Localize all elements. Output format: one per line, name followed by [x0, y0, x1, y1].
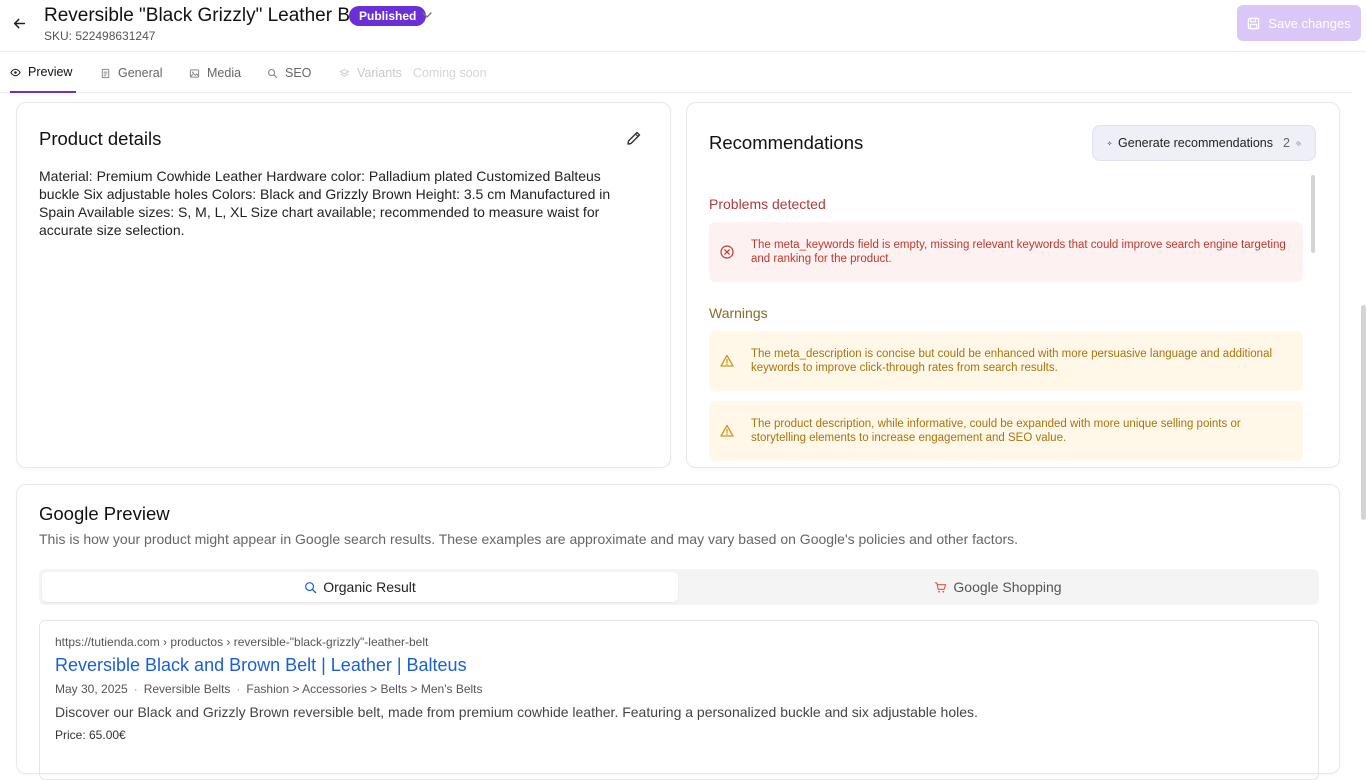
result-breadcrumb: Fashion > Accessories > Belts > Men's Be… [246, 682, 483, 696]
product-details-card: Product details Material: Premium Cowhid… [16, 102, 671, 468]
save-button[interactable]: Save changes [1237, 5, 1361, 41]
tab-general[interactable]: General [100, 53, 162, 93]
tab-seo[interactable]: SEO [267, 53, 311, 93]
product-description: Material: Premium Cowhide Leather Hardwa… [39, 168, 611, 238]
save-button-label: Save changes [1268, 15, 1351, 31]
problem-text: The meta_keywords field is empty, missin… [751, 239, 1286, 265]
result-description: Discover our Black and Grizzly Brown rev… [55, 704, 978, 720]
credits-icon [1296, 140, 1301, 146]
tab-organic-result[interactable]: Organic Result [42, 572, 678, 602]
google-preview-title: Google Preview [39, 503, 170, 524]
tab-organic-label: Organic Result [323, 579, 416, 595]
tab-google-shopping[interactable]: Google Shopping [680, 572, 1316, 602]
product-details-title: Product details [39, 128, 162, 149]
tab-seo-label: SEO [285, 66, 312, 80]
status-badge[interactable]: Published [349, 6, 427, 26]
result-category: Reversible Belts [143, 682, 231, 696]
warning-text: The meta_description is concise but coul… [751, 348, 1273, 374]
warning-text: The product description, while informati… [751, 418, 1241, 444]
tab-variants: Variants Coming soon [339, 53, 487, 93]
warning-triangle-icon [720, 354, 734, 367]
google-preview-card: Google Preview This is how your product … [16, 484, 1340, 780]
page-title: Reversible "Black Grizzly" Leather Belt [44, 5, 371, 26]
error-circle-icon [720, 245, 734, 259]
generate-count: 2 [1283, 136, 1290, 150]
page-scrollbar[interactable] [1361, 305, 1366, 520]
tab-variants-label: Variants [357, 66, 402, 80]
result-url: https://tutienda.com › productos › rever… [55, 635, 429, 649]
generate-recommendations-button[interactable]: Generate recommendations 2 [1092, 125, 1316, 161]
coming-soon-badge: Coming soon [412, 66, 487, 80]
image-icon [189, 68, 200, 78]
header: Reversible "Black Grizzly" Leather Belt … [0, 0, 1366, 52]
document-icon [101, 68, 110, 78]
shopping-cart-icon [935, 581, 947, 593]
organic-result-preview: https://tutienda.com › productos › rever… [39, 620, 1319, 780]
chevron-down-icon[interactable] [421, 9, 433, 21]
pencil-icon[interactable] [626, 130, 642, 146]
warning-alert: The meta_description is concise but coul… [709, 331, 1303, 391]
search-icon [305, 581, 317, 593]
tab-general-label: General [118, 66, 163, 80]
tab-bar: Preview General Media SEO Variants Comin… [0, 53, 1352, 93]
search-icon [268, 68, 278, 78]
tab-media[interactable]: Media [189, 53, 241, 93]
tab-preview-label: Preview [28, 65, 73, 79]
warning-alert: The product description, while informati… [709, 401, 1303, 461]
problems-label: Problems detected [709, 196, 826, 212]
warnings-label: Warnings [709, 305, 768, 321]
preview-type-toggle: Organic Result Google Shopping [39, 569, 1319, 605]
save-icon [1248, 17, 1260, 29]
back-button[interactable] [10, 14, 28, 32]
google-preview-subtitle: This is how your product might appear in… [39, 531, 1019, 547]
recommendations-title: Recommendations [709, 132, 864, 153]
result-title-link[interactable]: Reversible Black and Brown Belt | Leathe… [55, 655, 467, 676]
layers-icon [339, 68, 350, 77]
tab-shopping-label: Google Shopping [953, 579, 1062, 595]
meta-separator: · [236, 682, 241, 696]
result-date: May 30, 2025 [55, 682, 128, 696]
recommendations-card: Recommendations Generate recommendations… [686, 102, 1340, 468]
sku-label: SKU: 522498631247 [44, 29, 156, 43]
result-price: Price: 65.00€ [55, 728, 126, 742]
warning-triangle-icon [720, 424, 734, 437]
tab-preview[interactable]: Preview [10, 53, 77, 93]
eye-icon [10, 68, 21, 76]
sparkle-icon [1107, 140, 1112, 145]
generate-recommendations-label: Generate recommendations [1118, 136, 1273, 150]
problem-alert: The meta_keywords field is empty, missin… [709, 222, 1303, 282]
arrow-left-icon [13, 18, 25, 28]
tab-media-label: Media [207, 66, 242, 80]
meta-separator: · [133, 682, 138, 696]
recommendations-scrollbar[interactable] [1311, 175, 1315, 253]
result-meta: May 30, 2025 · Reversible Belts · Fashion > … [55, 682, 483, 696]
